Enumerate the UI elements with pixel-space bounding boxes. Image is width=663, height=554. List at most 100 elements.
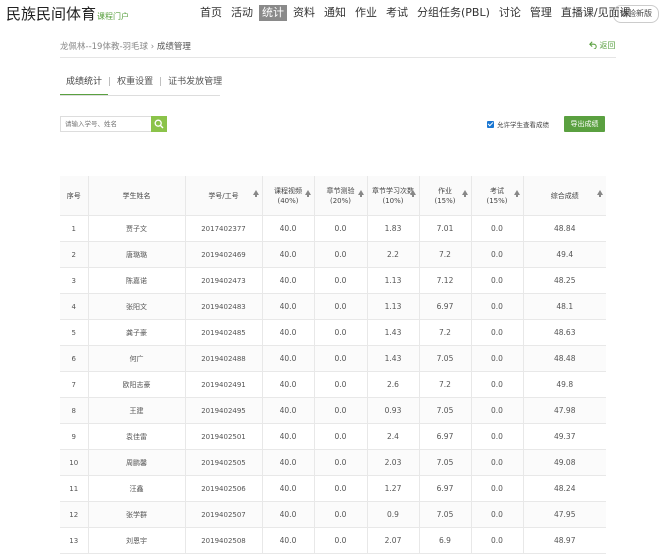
sort-arrow-icon[interactable] [357, 190, 364, 197]
logo-subtitle: 课程门户 [97, 12, 130, 21]
table-cell: 0.0 [471, 449, 524, 476]
nav-item[interactable]: 通知 [321, 5, 349, 21]
table-cell: 12 [60, 501, 89, 528]
table-cell: 6.97 [419, 423, 472, 450]
table-cell: 王建 [88, 397, 186, 424]
table-row: 13 刘恩宇 2019402508 40.0 0.0 2.07 6.9 0.0 48.97 [60, 527, 606, 554]
nav-item[interactable]: 活动 [228, 5, 256, 21]
table-cell: 袁佳雷 [88, 423, 186, 450]
table-cell: 8 [60, 397, 89, 424]
sort-arrow-icon[interactable] [597, 190, 603, 197]
table-cell: 40.0 [262, 397, 315, 424]
table-cell: 48.97 [523, 527, 606, 554]
table-cell: 周鹏馨 [88, 449, 186, 476]
table-cell: 9 [60, 423, 89, 450]
nav-item[interactable]: 考试 [383, 5, 411, 21]
export-grades-button[interactable]: 导出成绩 [564, 116, 605, 132]
try-new-version-button[interactable]: 体验新版 [613, 5, 659, 23]
table-cell: 0.0 [314, 319, 368, 346]
table-cell: 0.0 [471, 501, 524, 528]
column-header[interactable]: 作业 (15%) [419, 176, 472, 216]
column-header[interactable]: 课程视频 (40%) [262, 176, 315, 216]
nav-item[interactable]: 管理 [527, 5, 555, 21]
sort-arrow-icon[interactable] [252, 190, 259, 197]
search-input[interactable] [61, 117, 150, 131]
table-cell: 7.05 [419, 501, 472, 528]
table-cell: 2019402508 [185, 527, 263, 554]
table-cell: 48.24 [523, 475, 606, 502]
table-cell: 张学群 [88, 501, 186, 528]
table-cell: 10 [60, 449, 89, 476]
table-row: 1 贾子文 2017402377 40.0 0.0 1.83 7.01 0.0 48.84 [60, 215, 606, 242]
table-cell: 40.0 [262, 501, 315, 528]
table-cell: 6.9 [419, 527, 472, 554]
table-cell: 7.2 [419, 319, 472, 346]
tab-item[interactable]: 证书发放管理 [162, 74, 228, 94]
table-cell: 4 [60, 293, 89, 320]
divider [60, 57, 616, 58]
table-cell: 7.2 [419, 241, 472, 268]
top-navbar: 民族民间体育课程门户 首页 活动 统计 资料 通知 作业 考试 分组任务(PBL) 讨论 管理 直播… [0, 0, 663, 28]
table-cell: 2.03 [367, 449, 420, 476]
table-cell: 欧阳志豪 [88, 371, 186, 398]
grades-table: 序号 学生姓名 学号/工号 课程视频 (40%) 章节测验 (20%) 章节学习次数 (10%)… [60, 176, 606, 554]
table-cell: 龚子豪 [88, 319, 186, 346]
table-cell: 11 [60, 475, 89, 502]
table-cell: 贾子文 [88, 215, 186, 242]
column-header-weight: (15%) [486, 196, 508, 205]
column-header[interactable]: 章节测验 (20%) [314, 176, 368, 216]
table-row: 5 龚子豪 2019402485 40.0 0.0 1.43 7.2 0.0 48.63 [60, 319, 606, 346]
search-button[interactable] [151, 116, 167, 132]
table-cell: 5 [60, 319, 89, 346]
tabs-underline [60, 95, 220, 96]
sort-arrow-icon[interactable] [304, 190, 311, 197]
main-nav: 首页 活动 统计 资料 通知 作业 考试 分组任务(PBL) 讨论 管理 直播课/见面课 [197, 5, 637, 21]
nav-item[interactable]: 首页 [197, 5, 225, 21]
table-cell: 6 [60, 345, 89, 372]
logo-title: 民族民间体育 [6, 5, 97, 23]
nav-item[interactable]: 讨论 [496, 5, 524, 21]
table-cell: 2019402507 [185, 501, 263, 528]
table-cell: 40.0 [262, 527, 315, 554]
tab-item[interactable]: 成绩统计 [60, 74, 109, 96]
table-cell: 0.0 [314, 345, 368, 372]
table-cell: 0.0 [314, 397, 368, 424]
table-cell: 13 [60, 527, 89, 554]
table-cell: 0.0 [471, 423, 524, 450]
sort-arrow-icon[interactable] [409, 190, 416, 197]
table-cell: 1.13 [367, 267, 420, 294]
table-row: 11 汪鑫 2019402506 40.0 0.0 1.27 6.97 0.0 48.24 [60, 475, 606, 502]
sort-arrow-icon[interactable] [461, 190, 468, 197]
table-cell: 0.0 [314, 267, 368, 294]
table-cell: 40.0 [262, 475, 315, 502]
table-row: 8 王建 2019402495 40.0 0.0 0.93 7.05 0.0 47.98 [60, 397, 606, 424]
nav-item[interactable]: 资料 [290, 5, 318, 21]
tab-item[interactable]: 权重设置 [111, 74, 159, 94]
table-cell: 0.0 [314, 501, 368, 528]
column-header[interactable]: 章节学习次数 (10%) [367, 176, 420, 216]
table-cell: 1.43 [367, 319, 420, 346]
breadcrumb: 龙佩林--19体教-羽毛球 › 成绩管理 [60, 40, 191, 52]
sort-arrow-icon[interactable] [513, 190, 520, 197]
table-cell: 2019402506 [185, 475, 263, 502]
nav-item[interactable]: 统计 [259, 5, 287, 21]
table-cell: 0.0 [471, 475, 524, 502]
table-cell: 刘恩宇 [88, 527, 186, 554]
allow-view-toggle[interactable]: 允许学生查看成绩 [487, 119, 549, 129]
table-cell: 40.0 [262, 241, 315, 268]
column-header[interactable]: 考试 (15%) [471, 176, 524, 216]
table-cell: 49.4 [523, 241, 606, 268]
column-header[interactable]: 学号/工号 [185, 176, 263, 216]
table-cell: 1 [60, 215, 89, 242]
course-logo[interactable]: 民族民间体育课程门户 [6, 3, 129, 24]
back-link[interactable]: 返回 [589, 40, 616, 51]
table-cell: 49.37 [523, 423, 606, 450]
nav-item[interactable]: 作业 [352, 5, 380, 21]
nav-item[interactable]: 分组任务(PBL) [414, 5, 493, 21]
table-cell: 0.0 [471, 527, 524, 554]
breadcrumb-course-link[interactable]: 龙佩林--19体教-羽毛球 [60, 42, 148, 52]
table-row: 2 唐璐璐 2019402469 40.0 0.0 2.2 7.2 0.0 49.4 [60, 241, 606, 268]
table-cell: 2019402483 [185, 293, 263, 320]
allow-view-checkbox[interactable] [487, 120, 494, 128]
column-header[interactable]: 综合成绩 [523, 176, 606, 216]
